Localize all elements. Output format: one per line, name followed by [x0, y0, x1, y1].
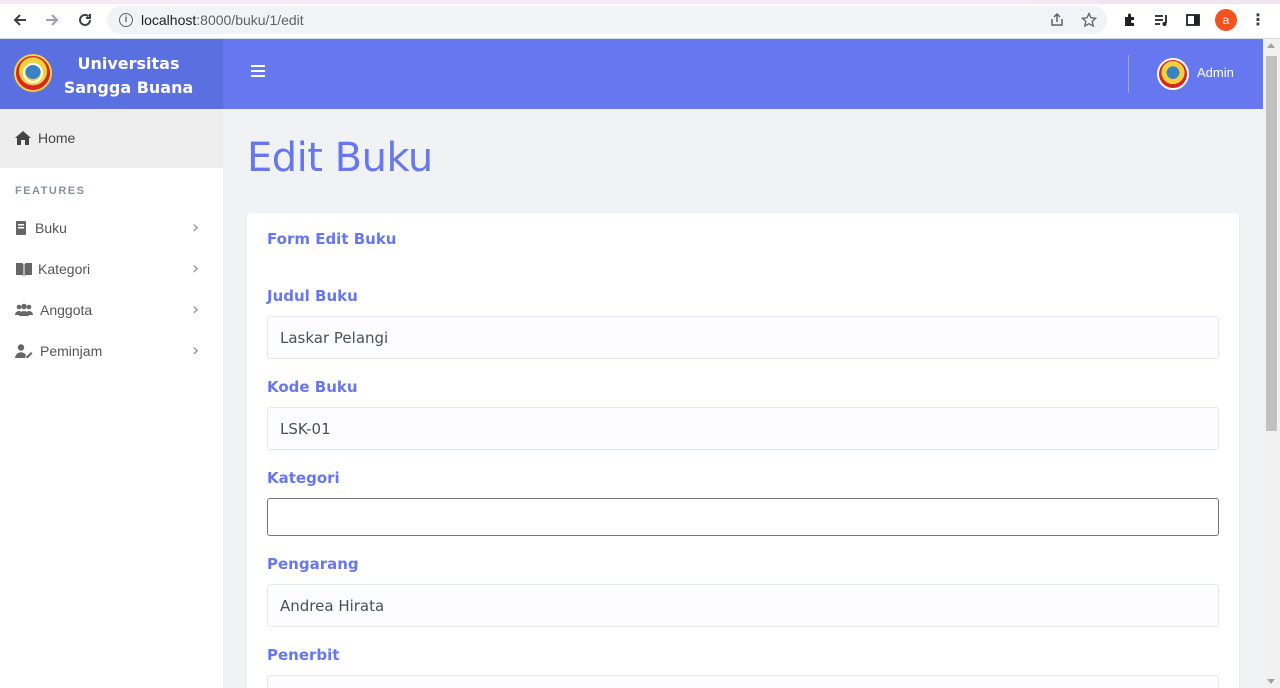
side-panel-icon[interactable]	[1183, 10, 1203, 30]
users-icon	[15, 303, 33, 316]
user-name[interactable]: Admin	[1197, 65, 1234, 80]
brand-name: Universitas Sangga Buana	[56, 52, 201, 100]
card-title: Form Edit Buku	[267, 230, 397, 248]
url-text: localhost:8000/buku/1/edit	[141, 12, 304, 28]
brand[interactable]: Universitas Sangga Buana	[0, 39, 223, 109]
judul-buku-input[interactable]	[267, 316, 1219, 359]
pengarang-input[interactable]	[267, 584, 1219, 627]
forward-arrow-icon[interactable]	[41, 9, 63, 31]
sidebar-item-kategori[interactable]: Kategori ›	[0, 249, 223, 289]
brand-name-line2: Sangga Buana	[63, 78, 194, 97]
sidebar-item-label: Home	[38, 130, 76, 146]
kode-buku-input[interactable]	[267, 407, 1219, 450]
url-host: localhost	[141, 12, 197, 28]
brand-name-line1: Universitas	[77, 54, 180, 73]
profile-avatar[interactable]: a	[1215, 9, 1237, 31]
address-bar[interactable]: i localhost:8000/buku/1/edit	[107, 6, 1107, 34]
sidebar-item-label: Peminjam	[40, 343, 103, 359]
navbar-divider	[1128, 55, 1129, 93]
scrollbar-thumb[interactable]	[1266, 56, 1277, 431]
sidebar-item-label: Kategori	[38, 261, 91, 277]
avatar[interactable]	[1157, 58, 1189, 90]
sidebar-item-label: Buku	[35, 220, 67, 236]
sidebar-item-buku[interactable]: Buku ›	[0, 208, 223, 248]
sidebar-section-label: FEATURES	[15, 185, 86, 197]
chevron-right-icon: ›	[192, 217, 200, 238]
sidebar-item-label: Anggota	[40, 302, 93, 318]
sidebar-item-peminjam[interactable]: Peminjam ›	[0, 331, 223, 371]
menu-toggle-icon[interactable]	[251, 65, 267, 81]
page-scrollbar[interactable]	[1263, 39, 1280, 688]
chevron-right-icon: ›	[192, 299, 200, 320]
chevron-right-icon: ›	[192, 340, 200, 361]
tab-strip-edge	[0, 0, 1280, 4]
site-info-icon[interactable]: i	[119, 13, 133, 27]
url-path: :8000/buku/1/edit	[196, 12, 304, 28]
tab-accent	[0, 0, 1030, 4]
judul-buku-label: Judul Buku	[267, 287, 358, 305]
bookmark-star-icon[interactable]	[1080, 11, 1098, 29]
penerbit-label: Penerbit	[267, 646, 340, 664]
back-arrow-icon[interactable]	[9, 9, 31, 31]
kode-buku-label: Kode Buku	[267, 378, 358, 396]
scroll-up-arrow-icon[interactable]	[1267, 43, 1275, 48]
open-book-icon	[16, 263, 32, 276]
page-title: Edit Buku	[247, 135, 433, 181]
home-icon	[15, 131, 31, 145]
kategori-label: Kategori	[267, 469, 340, 487]
pengarang-label: Pengarang	[267, 555, 359, 573]
sidebar-item-home[interactable]: Home	[0, 109, 223, 168]
chevron-right-icon: ›	[192, 258, 200, 279]
user-edit-icon	[15, 344, 33, 358]
scroll-down-arrow-icon[interactable]	[1267, 679, 1275, 684]
sidebar: Universitas Sangga Buana Home FEATURES B…	[0, 39, 223, 688]
kategori-select[interactable]	[267, 498, 1219, 536]
share-icon[interactable]	[1048, 11, 1066, 29]
extensions-puzzle-icon[interactable]	[1120, 10, 1140, 30]
book-icon	[16, 221, 26, 235]
reload-icon[interactable]	[74, 9, 96, 31]
browser-menu-icon[interactable]: ⋮	[1250, 10, 1266, 30]
media-queue-icon[interactable]	[1151, 10, 1171, 30]
university-logo	[14, 54, 52, 92]
sidebar-item-anggota[interactable]: Anggota ›	[0, 290, 223, 330]
browser-toolbar: i localhost:8000/buku/1/edit a ⋮	[0, 0, 1280, 39]
top-navbar: Admin	[223, 39, 1263, 109]
edit-form-card: Form Edit Buku Judul Buku Kode Buku Kate…	[247, 213, 1239, 688]
penerbit-input[interactable]	[267, 675, 1219, 688]
